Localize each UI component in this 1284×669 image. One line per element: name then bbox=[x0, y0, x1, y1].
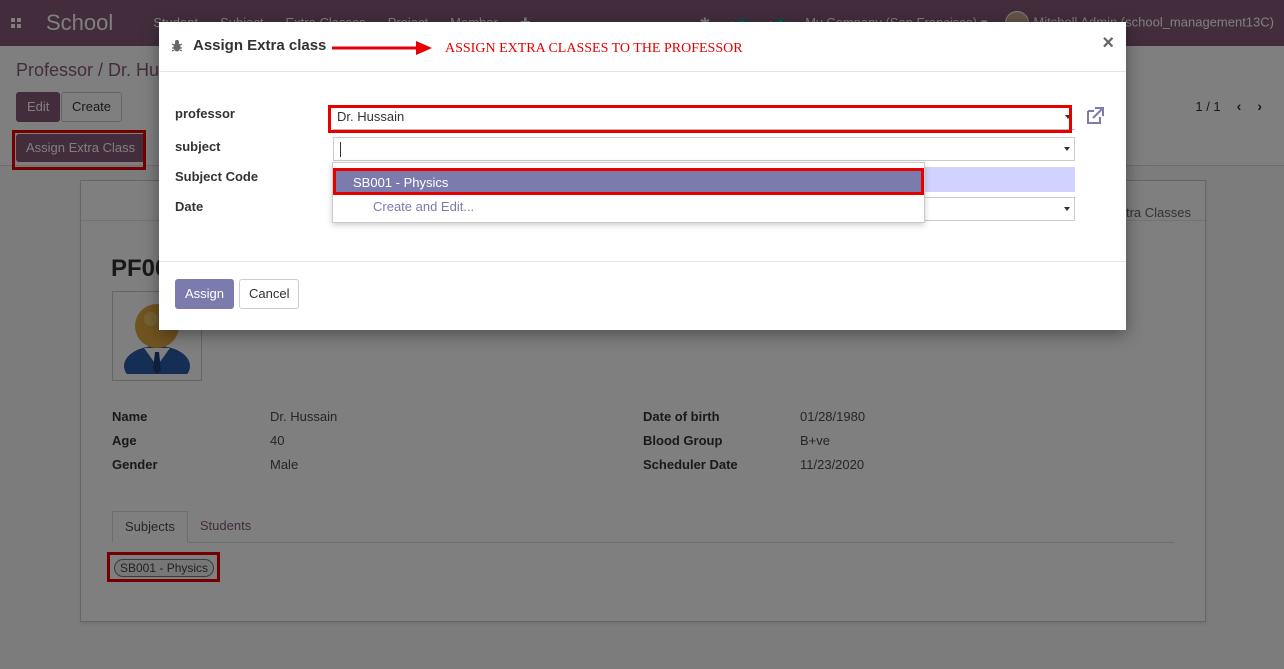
external-link-icon[interactable] bbox=[1085, 107, 1105, 125]
create-and-edit-option[interactable]: Create and Edit... bbox=[335, 195, 924, 219]
dropdown-option-physics[interactable]: SB001 - Physics bbox=[335, 171, 924, 195]
modal-header: Assign Extra class ASSIGN EXTRA CLASSES … bbox=[159, 22, 1126, 72]
chevron-down-icon[interactable] bbox=[1064, 147, 1070, 151]
assign-button[interactable]: Assign bbox=[175, 279, 235, 309]
date-label: Date bbox=[175, 199, 204, 214]
subject-code-label: Subject Code bbox=[175, 169, 259, 184]
bug-icon bbox=[171, 40, 183, 52]
chevron-down-icon[interactable] bbox=[1065, 115, 1071, 119]
professor-value: Dr. Hussain bbox=[337, 109, 405, 124]
subject-autocomplete-dropdown: SB001 - Physics Create and Edit... bbox=[332, 162, 925, 223]
subject-field[interactable] bbox=[333, 137, 1075, 161]
text-cursor bbox=[340, 142, 341, 157]
close-icon[interactable]: × bbox=[1102, 33, 1114, 53]
cancel-button[interactable]: Cancel bbox=[239, 279, 300, 309]
annotation-text: ASSIGN EXTRA CLASSES TO THE PROFESSOR bbox=[445, 41, 743, 56]
annotation-arrow-icon bbox=[332, 41, 432, 55]
chevron-down-icon[interactable] bbox=[1064, 207, 1070, 211]
professor-field[interactable]: Dr. Hussain bbox=[333, 106, 1075, 130]
professor-label: professor bbox=[175, 106, 235, 121]
modal-title: Assign Extra class bbox=[193, 37, 327, 54]
assign-extra-class-dialog: Assign Extra class ASSIGN EXTRA CLASSES … bbox=[159, 22, 1126, 330]
subject-label: subject bbox=[175, 139, 221, 154]
modal-footer: Assign Cancel bbox=[159, 261, 1126, 330]
